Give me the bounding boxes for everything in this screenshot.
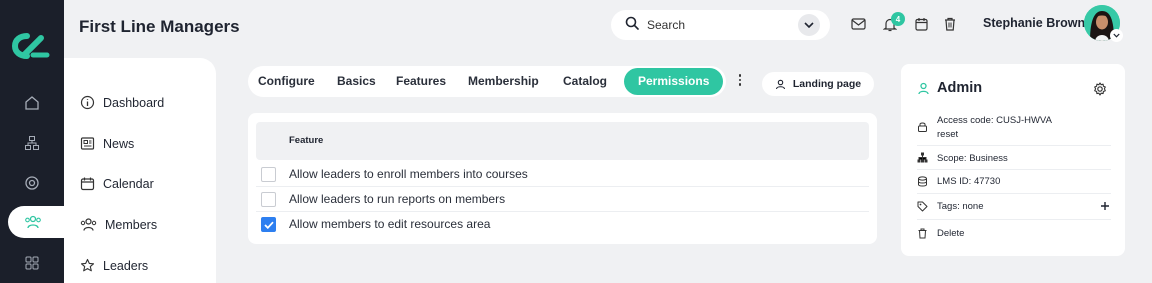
- hierarchy-icon: [917, 152, 928, 163]
- sidebar-item-label: Members: [105, 217, 158, 232]
- database-icon: [918, 176, 927, 187]
- access-code-row: Access code: CUSJ-HWVA reset: [917, 110, 1111, 146]
- feature-label: Allow members to edit resources area: [289, 217, 491, 231]
- more-options-icon[interactable]: [735, 72, 745, 88]
- feature-permissions-card: Feature Allow leaders to enroll members …: [248, 113, 877, 244]
- home-icon[interactable]: [22, 93, 42, 113]
- user-name[interactable]: Stephanie Brown: [983, 16, 1085, 30]
- calendar-icon: [80, 177, 95, 191]
- search-box[interactable]: Search: [611, 10, 830, 40]
- calendar-icon[interactable]: [913, 16, 929, 32]
- app-rail: [0, 0, 68, 283]
- sidebar-item-leaders[interactable]: Leaders: [80, 258, 148, 273]
- feature-checkbox[interactable]: [261, 217, 276, 232]
- landing-page-button[interactable]: Landing page: [762, 72, 874, 96]
- users-icon: [80, 218, 97, 231]
- user-icon: [918, 82, 929, 95]
- sidebar-item-label: News: [103, 136, 135, 151]
- users-icon[interactable]: [23, 212, 43, 232]
- feature-checkbox[interactable]: [261, 192, 276, 207]
- tab-configure[interactable]: Configure: [258, 66, 315, 97]
- admin-panel: Admin Access code: CUSJ-HWVA reset Scope…: [901, 64, 1125, 256]
- mail-icon[interactable]: [850, 16, 866, 32]
- tab-membership[interactable]: Membership: [468, 66, 539, 97]
- hierarchy-icon[interactable]: [22, 133, 42, 153]
- sidebar: Dashboard News Calendar Members Leaders: [64, 58, 216, 283]
- tab-basics[interactable]: Basics: [337, 66, 376, 97]
- scope: Scope: Business: [937, 153, 1008, 164]
- table-row: Allow members to edit resources area: [256, 212, 869, 237]
- feature-label: Allow leaders to enroll members into cou…: [289, 167, 528, 181]
- add-tag-icon[interactable]: [1100, 201, 1110, 211]
- delete-row: Delete: [917, 220, 1111, 248]
- avatar-chevron-down-icon[interactable]: [1110, 29, 1123, 42]
- grid-icon[interactable]: [22, 253, 42, 273]
- trash-icon[interactable]: [942, 16, 958, 32]
- chevron-down-icon: [804, 22, 814, 28]
- sidebar-item-label: Dashboard: [103, 95, 165, 110]
- sidebar-item-label: Calendar: [103, 176, 154, 191]
- feature-label: Allow leaders to run reports on members: [289, 192, 506, 206]
- feature-column-header: Feature: [289, 135, 324, 146]
- user-icon: [775, 79, 785, 89]
- landing-page-label: Landing page: [792, 78, 862, 90]
- search-icon: [625, 16, 639, 35]
- table-header: Feature: [256, 122, 869, 160]
- lock-icon: [918, 122, 927, 132]
- sidebar-item-label: Leaders: [103, 258, 149, 273]
- sidebar-item-news[interactable]: News: [80, 136, 134, 151]
- tab-permissions[interactable]: Permissions: [624, 68, 724, 95]
- checkmark-icon: [263, 221, 274, 229]
- reset-link[interactable]: reset: [937, 129, 958, 140]
- search-dropdown-button[interactable]: [798, 14, 820, 36]
- delete-link[interactable]: Delete: [937, 228, 964, 239]
- notification-badge: 4: [891, 12, 905, 26]
- trash-icon: [918, 228, 927, 239]
- info-icon: [80, 95, 95, 110]
- tags: Tags: none: [937, 201, 984, 212]
- lms-id: LMS ID: 47730: [937, 176, 1001, 187]
- search-input[interactable]: Search: [647, 18, 798, 32]
- lms-id-row: LMS ID: 47730: [917, 170, 1111, 194]
- table-row: Allow leaders to enroll members into cou…: [256, 162, 869, 187]
- app-logo[interactable]: [11, 30, 51, 62]
- admin-title: Admin: [937, 80, 983, 96]
- tag-icon: [917, 201, 928, 212]
- tab-bar: Configure Basics Features Membership Cat…: [248, 66, 726, 97]
- tags-row: Tags: none: [917, 194, 1111, 220]
- feature-checkbox[interactable]: [261, 167, 276, 182]
- tab-catalog[interactable]: Catalog: [563, 66, 607, 97]
- table-row: Allow leaders to run reports on members: [256, 187, 869, 212]
- target-icon[interactable]: [22, 173, 42, 193]
- page-title: First Line Managers: [79, 17, 240, 36]
- sidebar-item-members[interactable]: Members: [80, 217, 157, 232]
- gear-icon[interactable]: [1093, 82, 1107, 96]
- tab-features[interactable]: Features: [396, 66, 446, 97]
- access-code: Access code: CUSJ-HWVA: [937, 115, 1052, 126]
- newspaper-icon: [80, 137, 95, 150]
- scope-row: Scope: Business: [917, 146, 1111, 170]
- star-icon: [80, 258, 95, 272]
- sidebar-item-calendar[interactable]: Calendar: [80, 176, 154, 191]
- sidebar-item-dashboard[interactable]: Dashboard: [80, 95, 164, 110]
